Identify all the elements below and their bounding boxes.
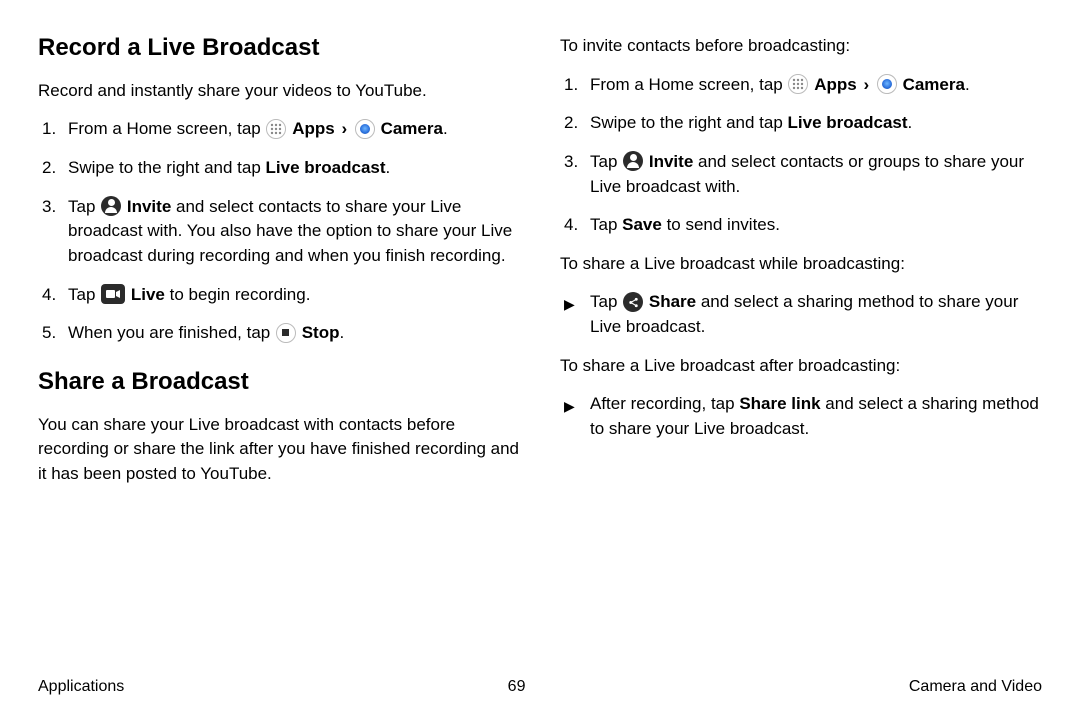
text: Swipe to the right and tap bbox=[590, 113, 788, 132]
chevron-icon: › bbox=[339, 119, 349, 138]
bold-text: Save bbox=[622, 215, 662, 234]
text: Tap bbox=[590, 152, 622, 171]
live-icon bbox=[101, 284, 125, 304]
invite-icon bbox=[623, 151, 643, 171]
steps-invite: From a Home screen, tap Apps › Camera. S… bbox=[560, 73, 1042, 238]
p-share-after: To share a Live broadcast after broadcas… bbox=[560, 354, 1042, 379]
apps-icon bbox=[788, 74, 808, 94]
bold-text: Share bbox=[649, 292, 696, 311]
text: Swipe to the right and tap bbox=[68, 158, 266, 177]
text: When you are finished, tap bbox=[68, 323, 275, 342]
text: Tap bbox=[590, 292, 622, 311]
steps-record: From a Home screen, tap Apps › Camera. S… bbox=[38, 117, 520, 345]
intro-share: You can share your Live broadcast with c… bbox=[38, 413, 520, 487]
text: From a Home screen, tap bbox=[68, 119, 265, 138]
step-1: From a Home screen, tap Apps › Camera. bbox=[38, 117, 520, 142]
bold-text: Live broadcast bbox=[788, 113, 908, 132]
text: . bbox=[965, 75, 970, 94]
text: From a Home screen, tap bbox=[590, 75, 787, 94]
text: . bbox=[339, 323, 344, 342]
step-3: Tap Invite and select contacts to share … bbox=[38, 195, 520, 269]
step-3: Tap Invite and select contacts or groups… bbox=[560, 150, 1042, 199]
text: Tap bbox=[590, 215, 622, 234]
bold-text: Invite bbox=[649, 152, 693, 171]
heading-share: Share a Broadcast bbox=[38, 368, 520, 397]
p-invite-before: To invite contacts before broadcasting: bbox=[560, 34, 1042, 59]
text: Tap bbox=[68, 197, 100, 216]
triangle-icon: ▶ bbox=[564, 396, 575, 416]
p-share-while: To share a Live broadcast while broadcas… bbox=[560, 252, 1042, 277]
text: Tap bbox=[68, 285, 100, 304]
bold-text: Live bbox=[131, 285, 165, 304]
bold-text: Share link bbox=[739, 394, 820, 413]
triangle-icon: ▶ bbox=[564, 294, 575, 314]
step-4: Tap Save to send invites. bbox=[560, 213, 1042, 238]
camera-label: Camera bbox=[381, 119, 443, 138]
step-1: From a Home screen, tap Apps › Camera. bbox=[560, 73, 1042, 98]
share-icon bbox=[623, 292, 643, 312]
step-4: Tap Live to begin recording. bbox=[38, 283, 520, 308]
text: After recording, tap bbox=[590, 394, 739, 413]
step-2: Swipe to the right and tap Live broadcas… bbox=[38, 156, 520, 181]
footer-page-number: 69 bbox=[508, 678, 526, 696]
stop-icon bbox=[276, 323, 296, 343]
camera-icon bbox=[877, 74, 897, 94]
apps-label: Apps bbox=[814, 75, 857, 94]
text: to begin recording. bbox=[165, 285, 311, 304]
camera-label: Camera bbox=[903, 75, 965, 94]
bullet-share-while: ▶ Tap Share and select a sharing method … bbox=[560, 290, 1042, 339]
page-footer: Applications 69 Camera and Video bbox=[38, 678, 1042, 696]
text: to send invites. bbox=[662, 215, 780, 234]
bullet-share-after: ▶ After recording, tap Share link and se… bbox=[560, 392, 1042, 441]
heading-record: Record a Live Broadcast bbox=[38, 34, 520, 63]
page-columns: Record a Live Broadcast Record and insta… bbox=[38, 34, 1042, 501]
bold-text: Stop bbox=[302, 323, 340, 342]
text: . bbox=[908, 113, 913, 132]
apps-icon bbox=[266, 119, 286, 139]
left-column: Record a Live Broadcast Record and insta… bbox=[38, 34, 520, 501]
chevron-icon: › bbox=[861, 75, 871, 94]
intro-record: Record and instantly share your videos t… bbox=[38, 79, 520, 104]
text: . bbox=[386, 158, 391, 177]
right-column: To invite contacts before broadcasting: … bbox=[560, 34, 1042, 501]
invite-icon bbox=[101, 196, 121, 216]
footer-right: Camera and Video bbox=[909, 678, 1042, 696]
bold-text: Invite bbox=[127, 197, 171, 216]
footer-left: Applications bbox=[38, 678, 124, 696]
camera-icon bbox=[355, 119, 375, 139]
apps-label: Apps bbox=[292, 119, 335, 138]
step-5: When you are finished, tap Stop. bbox=[38, 321, 520, 346]
text: . bbox=[443, 119, 448, 138]
bold-text: Live broadcast bbox=[266, 158, 386, 177]
step-2: Swipe to the right and tap Live broadcas… bbox=[560, 111, 1042, 136]
